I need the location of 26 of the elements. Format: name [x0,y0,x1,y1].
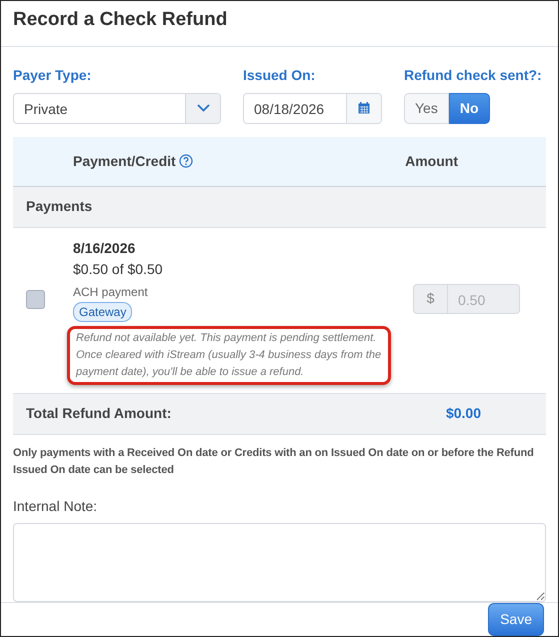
toggle-option[interactable]: No [448,92,490,124]
chevron-down-icon [196,104,210,112]
payer-type-dropdown[interactable]: Private [13,92,221,124]
calendar-icon [358,102,370,114]
dialog-title: Record a Check Refund [13,9,228,32]
field-label: Refund check sent?: [404,66,542,85]
date-field[interactable]: 08/18/2026 [243,92,382,124]
payment-date: 8/16/2026 [73,238,136,258]
field-label: Issued On: [243,66,316,85]
column-header: Amount [405,152,458,171]
total-value: $0.00 [446,404,481,424]
group-header: Payments [26,197,92,216]
help-icon[interactable] [178,154,193,168]
column-header: Payment/Credit [73,152,176,171]
toggle-option[interactable]: Yes [404,92,449,124]
internal-note-field[interactable] [13,522,546,602]
currency-addon: $ [413,284,448,314]
save-button[interactable]: Save [488,602,544,636]
pending-settlement-note: Refund not available yet. This payment is pending settlement. Once cleared with iStream (usually 3-4 business days from the payment date), you'll be able to issue a refund. [67,326,391,385]
payment-amount: $0.50 of $0.50 [73,260,164,279]
payment-method: ACH payment [73,284,149,301]
field-label: Internal Note: [13,498,98,514]
field-label: Payer Type: [13,66,92,85]
gateway-tag: Gateway [73,302,132,322]
hint-text: Only payments with a Received On date or Credits with an on Issued On date on or before the Refund Issued On date can be selected [13,446,535,478]
total-label: Total Refund Amount: [26,404,172,424]
